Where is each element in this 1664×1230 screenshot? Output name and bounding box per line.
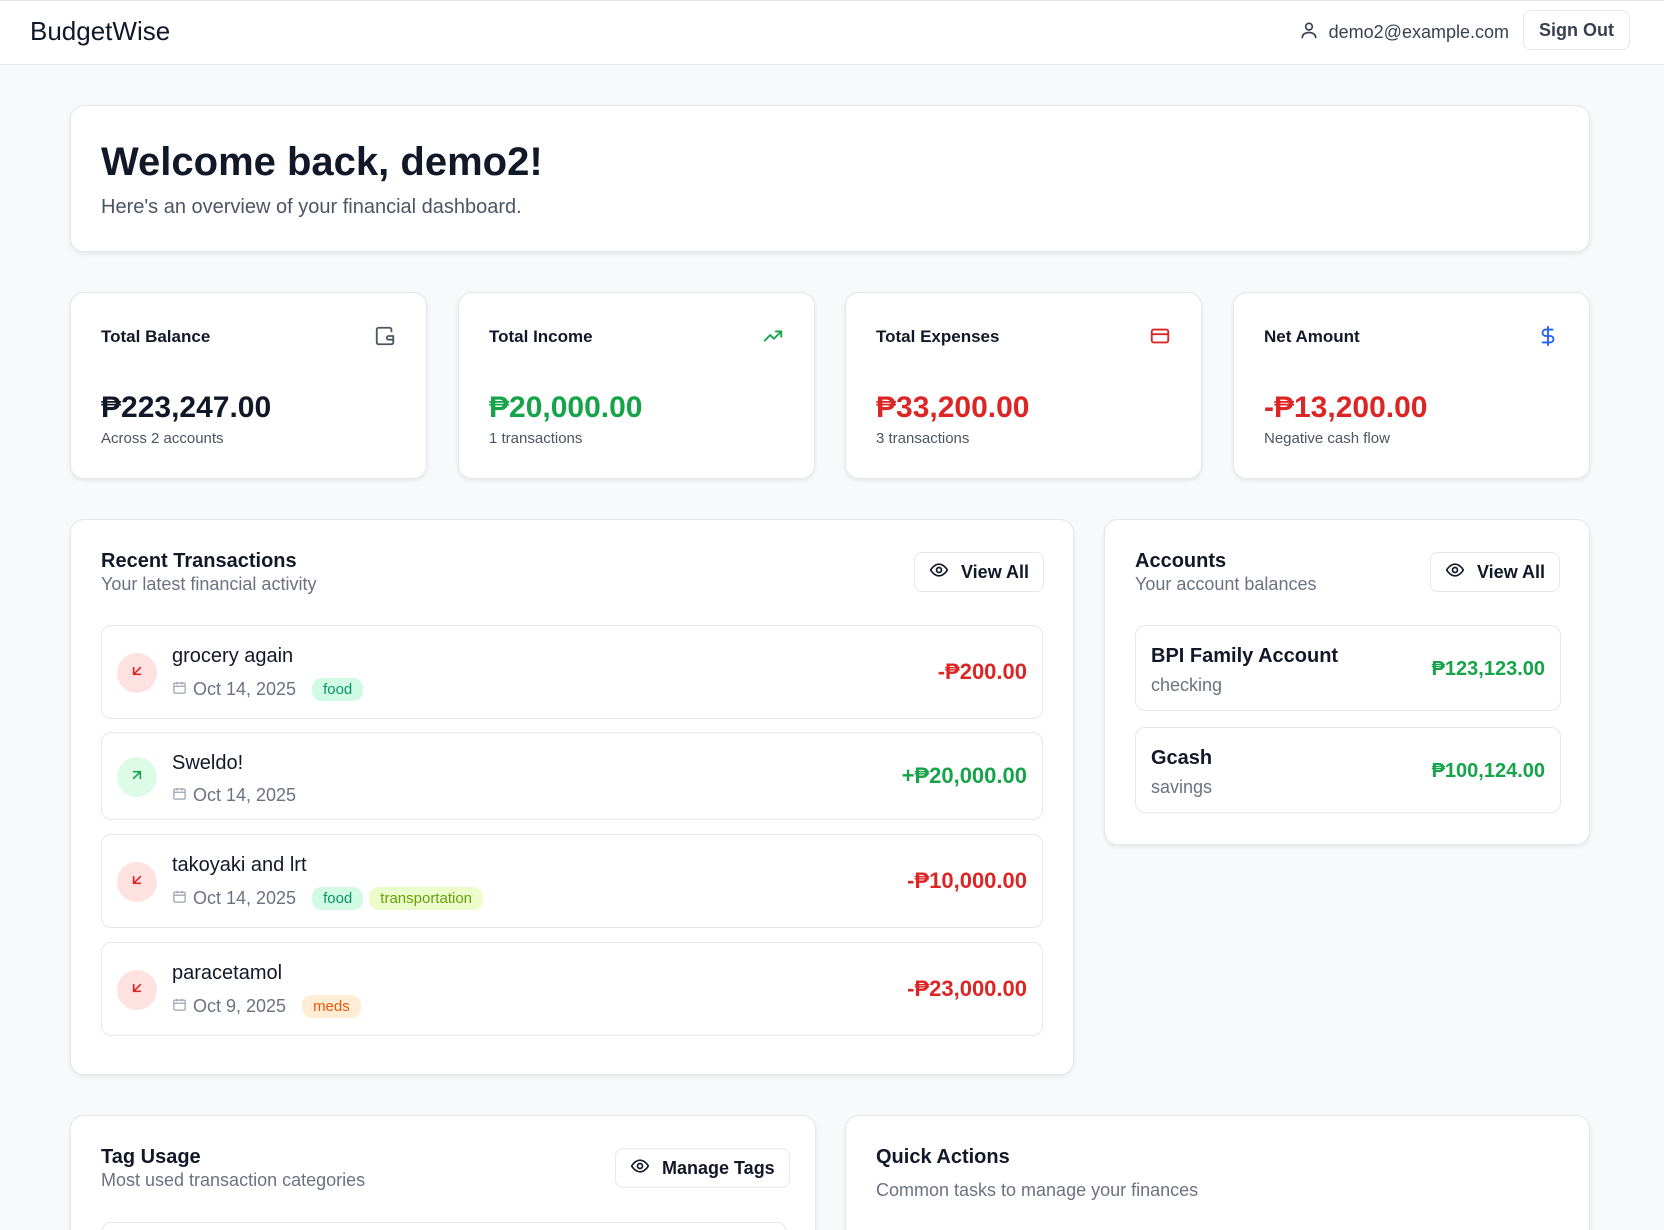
transaction-row[interactable]: takoyaki and lrt Oct 14, 2025 food trans… [101, 834, 1043, 928]
app-logo[interactable]: BudgetWise [30, 16, 170, 47]
user-email: demo2@example.com [1328, 22, 1509, 42]
transaction-meta: Oct 14, 2025 [172, 785, 296, 806]
tag-badge: food [312, 678, 364, 701]
account-balance: ₱100,124.00 [1431, 760, 1545, 782]
arrow-down-left-icon [129, 663, 145, 684]
transaction-row[interactable]: paracetamol Oct 9, 2025 meds -₱23,000.00 [101, 942, 1043, 1036]
section-subtitle: Most used transaction categories [101, 1170, 366, 1190]
transaction-name: Sweldo! [172, 752, 244, 774]
account-type: checking [1151, 675, 1223, 695]
expense-indicator [117, 970, 157, 1010]
section-subtitle: Your latest financial activity [101, 574, 317, 594]
tag-usage-item [101, 1222, 787, 1230]
stat-label: Total Expenses [876, 327, 1000, 346]
transaction-amount: -₱200.00 [937, 659, 1027, 684]
stat-card-total-balance: Total Balance ₱223,247.00 Across 2 accou… [70, 292, 427, 479]
button-label: Manage Tags [662, 1157, 775, 1178]
wallet-icon [374, 325, 396, 347]
trending-up-icon [762, 325, 784, 347]
sign-out-button[interactable]: Sign Out [1523, 10, 1630, 50]
dollar-icon [1537, 325, 1559, 347]
calendar-icon [172, 679, 187, 700]
stat-subtext: Negative cash flow [1264, 430, 1390, 447]
account-row[interactable]: BPI Family Account checking ₱123,123.00 [1135, 625, 1561, 711]
arrow-up-right-icon [129, 767, 145, 788]
section-title: Quick Actions [876, 1146, 1010, 1168]
section-title: Tag Usage [101, 1146, 201, 1168]
eye-icon [630, 1156, 650, 1181]
stat-subtext: 3 transactions [876, 430, 970, 447]
stat-value: -₱13,200.00 [1264, 391, 1428, 424]
transaction-date: Oct 14, 2025 [193, 679, 297, 699]
eye-icon [1445, 560, 1465, 585]
account-balance: ₱123,123.00 [1431, 658, 1545, 680]
transaction-name: takoyaki and lrt [172, 854, 307, 876]
accounts-card: Accounts Your account balances View All … [1104, 519, 1590, 845]
tag-badge: food [312, 887, 364, 910]
section-title: Recent Transactions [101, 550, 297, 572]
manage-tags-button[interactable]: Manage Tags [615, 1148, 790, 1188]
transaction-amount: +₱20,000.00 [901, 763, 1027, 788]
account-name: Gcash [1151, 747, 1213, 769]
transaction-row[interactable]: grocery again Oct 14, 2025 food -₱200.00 [101, 625, 1043, 719]
transaction-date: Oct 9, 2025 [193, 996, 287, 1016]
stat-value: ₱20,000.00 [489, 391, 643, 424]
tag-badge: transportation [369, 887, 484, 910]
income-indicator [117, 757, 157, 797]
user-info: demo2@example.com [1299, 20, 1509, 45]
calendar-icon [172, 785, 187, 806]
stat-label: Total Balance [101, 327, 211, 346]
tag-badge: meds [302, 995, 361, 1018]
top-navbar: BudgetWise demo2@example.com Sign Out [0, 0, 1664, 65]
calendar-icon [172, 996, 187, 1017]
stat-card-total-expenses: Total Expenses ₱33,200.00 3 transactions [845, 292, 1202, 479]
view-all-accounts-button[interactable]: View All [1430, 552, 1561, 592]
transaction-amount: -₱23,000.00 [907, 976, 1027, 1001]
stat-label: Total Income [489, 327, 593, 346]
stat-card-net-amount: Net Amount -₱13,200.00 Negative cash flo… [1233, 292, 1590, 479]
section-subtitle: Common tasks to manage your finances [876, 1180, 1199, 1200]
arrow-down-left-icon [129, 872, 145, 893]
welcome-title: Welcome back, demo2! [101, 140, 543, 184]
stat-card-total-income: Total Income ₱20,000.00 1 transactions [458, 292, 815, 479]
tag-usage-card: Tag Usage Most used transaction categori… [70, 1115, 816, 1230]
transaction-date: Oct 14, 2025 [193, 888, 297, 908]
stat-label: Net Amount [1264, 327, 1360, 346]
transaction-meta: Oct 14, 2025 food transportation [172, 887, 484, 910]
calendar-icon [172, 888, 187, 909]
user-icon [1299, 20, 1319, 45]
transaction-name: grocery again [172, 645, 294, 667]
expense-indicator [117, 653, 157, 693]
eye-icon [929, 560, 949, 585]
transaction-meta: Oct 9, 2025 meds [172, 995, 361, 1018]
credit-card-icon [1149, 325, 1171, 347]
transaction-row[interactable]: Sweldo! Oct 14, 2025 +₱20,000.00 [101, 732, 1043, 820]
account-name: BPI Family Account [1151, 645, 1339, 667]
stat-subtext: Across 2 accounts [101, 430, 224, 447]
stat-value: ₱223,247.00 [101, 391, 272, 424]
quick-actions-card: Quick Actions Common tasks to manage you… [845, 1115, 1590, 1230]
transaction-name: paracetamol [172, 962, 283, 984]
recent-transactions-card: Recent Transactions Your latest financia… [70, 519, 1074, 1075]
button-label: View All [1477, 561, 1546, 582]
transaction-meta: Oct 14, 2025 food [172, 678, 364, 701]
section-subtitle: Your account balances [1135, 574, 1317, 594]
transaction-date: Oct 14, 2025 [193, 785, 297, 805]
welcome-card: Welcome back, demo2! Here's an overview … [70, 105, 1590, 252]
arrow-down-left-icon [129, 980, 145, 1001]
stat-subtext: 1 transactions [489, 430, 583, 447]
button-label: View All [961, 561, 1030, 582]
expense-indicator [117, 862, 157, 902]
stat-value: ₱33,200.00 [876, 391, 1030, 424]
section-title: Accounts [1135, 550, 1227, 572]
view-all-transactions-button[interactable]: View All [914, 552, 1045, 592]
welcome-subtitle: Here's an overview of your financial das… [101, 196, 522, 218]
transaction-amount: -₱10,000.00 [907, 868, 1027, 893]
account-type: savings [1151, 777, 1213, 797]
account-row[interactable]: Gcash savings ₱100,124.00 [1135, 727, 1561, 813]
